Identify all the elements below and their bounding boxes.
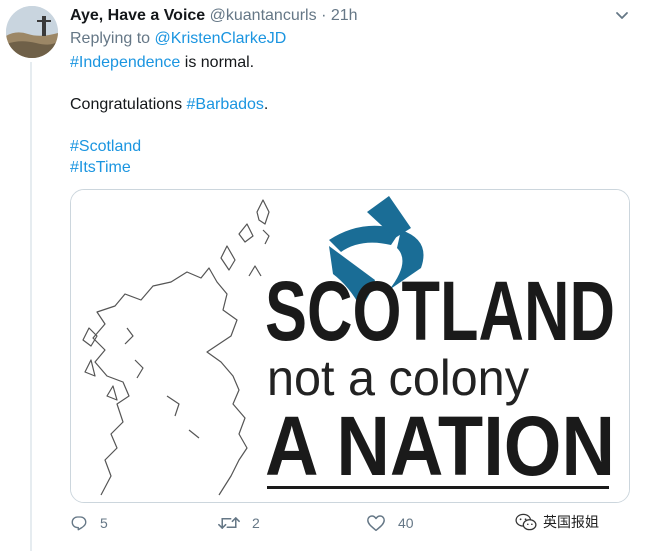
author-handle[interactable]: @kuantancurls: [210, 7, 317, 24]
replying-to: Replying to @KristenClarkeJD: [70, 30, 286, 48]
watermark: 英国报姐: [515, 512, 599, 532]
tweet-line-1: #Independence is normal.: [70, 52, 268, 73]
retweet-button[interactable]: 2: [218, 514, 260, 532]
replying-prefix: Replying to: [70, 30, 151, 47]
poster-subline: not a colony: [267, 350, 529, 406]
like-count: 40: [398, 515, 414, 531]
tweet-header: Aye, Have a Voice @kuantancurls · 21h: [70, 6, 358, 26]
retweet-count: 2: [252, 515, 260, 531]
poster-underline: [267, 486, 609, 489]
thread-line: [30, 62, 32, 551]
tweet-line-2-end: .: [263, 96, 269, 113]
tweet-line-2-text: Congratulations: [70, 96, 187, 113]
hashtag-barbados[interactable]: #Barbados: [187, 96, 264, 113]
author-name[interactable]: Aye, Have a Voice: [70, 7, 205, 24]
reply-icon: [71, 516, 87, 531]
avatar-photo: [6, 6, 58, 58]
retweet-icon: [218, 517, 240, 529]
watermark-text: 英国报姐: [543, 514, 599, 530]
tweet-line-4: #ItsTime: [70, 157, 268, 178]
hashtag-itstime[interactable]: #ItsTime: [70, 159, 131, 176]
tweet-line-3: #Scotland: [70, 136, 268, 157]
wechat-icon: [515, 513, 537, 531]
tweet-text: #Independence is normal. Congratulations…: [70, 52, 268, 178]
like-button[interactable]: 40: [366, 514, 414, 532]
reply-count: 5: [100, 515, 108, 531]
heart-icon: [367, 515, 385, 532]
tweet-line-1-text: is normal.: [180, 54, 255, 71]
tweet-line-2: Congratulations #Barbados.: [70, 94, 268, 115]
tweet-time[interactable]: 21h: [331, 7, 358, 24]
replying-to-link[interactable]: @KristenClarkeJD: [155, 30, 287, 47]
tweet-image[interactable]: SCOTLAND not a colony A NATION: [70, 189, 630, 503]
poster-headline: SCOTLAND: [265, 264, 615, 358]
hashtag-scotland[interactable]: #Scotland: [70, 138, 141, 155]
hashtag-independence[interactable]: #Independence: [70, 54, 180, 71]
poster-tagline: A NATION: [265, 399, 615, 493]
more-options-icon[interactable]: [612, 6, 632, 26]
image-poster: SCOTLAND not a colony A NATION: [71, 190, 629, 502]
avatar[interactable]: [6, 6, 58, 58]
reply-button[interactable]: 5: [70, 514, 108, 532]
header-separator: ·: [321, 7, 327, 24]
